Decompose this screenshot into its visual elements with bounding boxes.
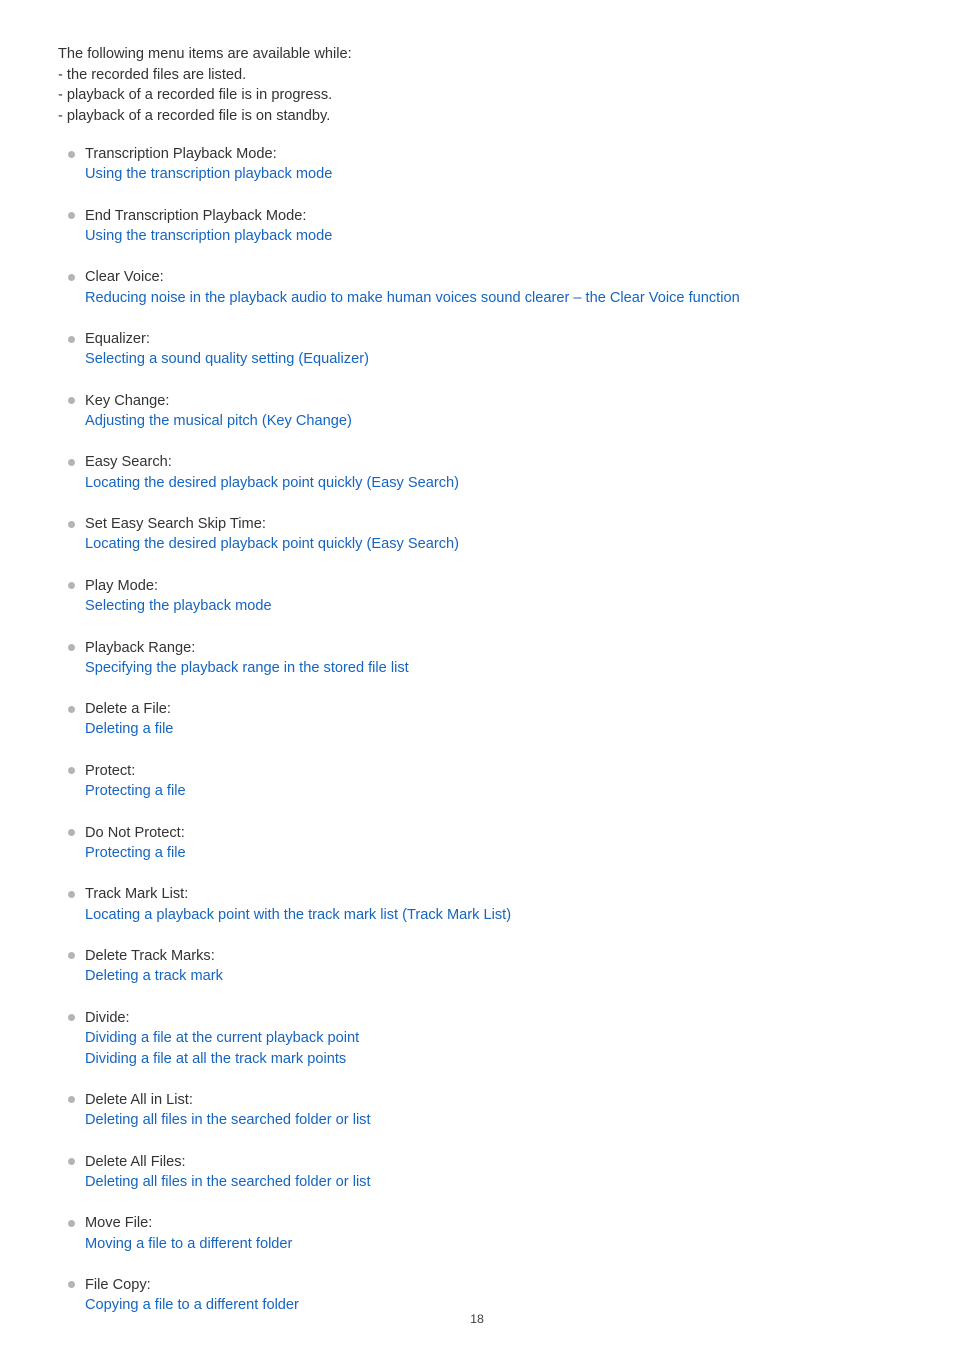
menu-item-link[interactable]: Protecting a file xyxy=(85,843,186,864)
menu-item-link[interactable]: Deleting a file xyxy=(85,719,173,740)
intro-line: The following menu items are available w… xyxy=(58,46,352,62)
menu-item-title: Play Mode: xyxy=(85,577,159,594)
menu-item: Clear Voice: Reducing noise in the playba… xyxy=(58,267,918,308)
menu-item: Delete a File: Deleting a file xyxy=(58,699,918,740)
menu-item-title: Key Change: xyxy=(85,392,170,409)
bullet-icon xyxy=(68,767,75,775)
intro-line: - playback of a recorded file is on stan… xyxy=(58,107,331,124)
intro-line: - the recorded files are listed. xyxy=(58,66,247,83)
bullet-icon xyxy=(68,1158,75,1166)
bullet-icon xyxy=(68,335,75,343)
menu-item-title: Do Not Protect: xyxy=(85,824,185,841)
bullet-icon xyxy=(68,458,75,466)
menu-item-list: Transcription Playback Mode: Using the tr… xyxy=(58,144,918,1316)
menu-item-title: Delete All Files: xyxy=(85,1153,186,1170)
menu-item-title: Transcription Playback Mode: xyxy=(85,146,277,162)
menu-item-link[interactable]: Reducing noise in the playback audio to … xyxy=(85,288,740,309)
menu-item-title: Divide: xyxy=(85,1009,130,1026)
menu-item: Delete Track Marks: Deleting a track mark xyxy=(58,946,918,987)
menu-item-title: Move File: xyxy=(85,1215,153,1232)
bullet-icon xyxy=(68,212,75,220)
menu-item-link[interactable]: Using the transcription playback mode xyxy=(85,164,332,185)
bullet-icon xyxy=(68,1281,75,1289)
menu-item-link[interactable]: Locating the desired playback point quic… xyxy=(85,473,459,494)
menu-item-link[interactable]: Deleting all files in the searched folde… xyxy=(85,1172,371,1193)
menu-item: End Transcription Playback Mode: Using th… xyxy=(58,206,918,247)
bullet-icon xyxy=(68,582,75,590)
menu-item: Divide: Dividing a file at the current pl… xyxy=(58,1008,918,1069)
menu-item-title: Easy Search: xyxy=(85,454,172,471)
menu-item-title: Equalizer: xyxy=(85,331,150,348)
menu-item: Set Easy Search Skip Time: Locating the d… xyxy=(58,514,918,555)
menu-item: Delete All in List: Deleting all files in… xyxy=(58,1090,918,1131)
menu-item: Key Change: Adjusting the musical pitch (… xyxy=(58,391,918,432)
bullet-icon xyxy=(68,397,75,405)
menu-item-title: File Copy: xyxy=(85,1276,151,1293)
menu-item-link[interactable]: Using the transcription playback mode xyxy=(85,226,332,247)
menu-item: Transcription Playback Mode: Using the tr… xyxy=(58,144,918,185)
bullet-icon xyxy=(68,1096,75,1104)
bullet-icon xyxy=(68,1014,75,1022)
menu-item-link[interactable]: Dividing a file at all the track mark po… xyxy=(85,1049,346,1070)
menu-item-link[interactable]: Adjusting the musical pitch (Key Change) xyxy=(85,411,352,432)
menu-item: Play Mode: Selecting the playback mode xyxy=(58,576,918,617)
menu-item-title: Track Mark List: xyxy=(85,886,189,903)
menu-item: Delete All Files: Deleting all files in t… xyxy=(58,1152,918,1193)
menu-item: Protect: Protecting a file xyxy=(58,761,918,802)
menu-item-title: Delete All in List: xyxy=(85,1091,193,1108)
page-number: 18 xyxy=(470,1312,484,1326)
bullet-icon xyxy=(68,829,75,837)
menu-item: Track Mark List: Locating a playback poin… xyxy=(58,884,918,925)
menu-item-link[interactable]: Deleting all files in the searched folde… xyxy=(85,1110,371,1131)
document-page: The following menu items are available w… xyxy=(0,0,954,1350)
menu-item: Easy Search: Locating the desired playbac… xyxy=(58,452,918,493)
bullet-icon xyxy=(68,520,75,528)
menu-item-link[interactable]: Selecting the playback mode xyxy=(85,596,272,617)
bullet-icon xyxy=(68,890,75,898)
bullet-icon xyxy=(68,1219,75,1227)
menu-item-title: Set Easy Search Skip Time: xyxy=(85,516,266,533)
menu-item-link[interactable]: Specifying the playback range in the sto… xyxy=(85,658,409,679)
menu-item: Equalizer: Selecting a sound quality sett… xyxy=(58,329,918,370)
bullet-icon xyxy=(68,273,75,281)
menu-item-title: Delete Track Marks: xyxy=(85,947,215,964)
menu-item: Playback Range: Specifying the playback r… xyxy=(58,638,918,679)
menu-item-link[interactable]: Protecting a file xyxy=(85,781,186,802)
menu-item: File Copy: Copying a file to a different … xyxy=(58,1275,918,1316)
menu-item-link[interactable]: Deleting a track mark xyxy=(85,966,223,987)
menu-item-title: Clear Voice: xyxy=(85,269,164,286)
menu-item: Move File: Moving a file to a different f… xyxy=(58,1213,918,1254)
menu-item-title: Playback Range: xyxy=(85,639,196,656)
intro-line: - playback of a recorded file is in prog… xyxy=(58,87,333,104)
menu-item: Do Not Protect: Protecting a file xyxy=(58,823,918,864)
bullet-icon xyxy=(68,644,75,651)
menu-item-link[interactable]: Locating a playback point with the track… xyxy=(85,905,511,926)
menu-item-link[interactable]: Moving a file to a different folder xyxy=(85,1234,292,1255)
menu-item-title: Protect: xyxy=(85,762,136,779)
intro-paragraph: The following menu items are available w… xyxy=(58,44,858,126)
bullet-icon xyxy=(68,705,75,713)
menu-item-title: End Transcription Playback Mode: xyxy=(85,207,307,224)
menu-item-link[interactable]: Locating the desired playback point quic… xyxy=(85,534,459,555)
menu-item-link[interactable]: Dividing a file at the current playback … xyxy=(85,1028,359,1049)
bullet-icon xyxy=(68,150,75,158)
menu-item-title: Delete a File: xyxy=(85,701,171,718)
menu-item-link[interactable]: Selecting a sound quality setting (Equal… xyxy=(85,349,369,370)
bullet-icon xyxy=(68,952,75,960)
